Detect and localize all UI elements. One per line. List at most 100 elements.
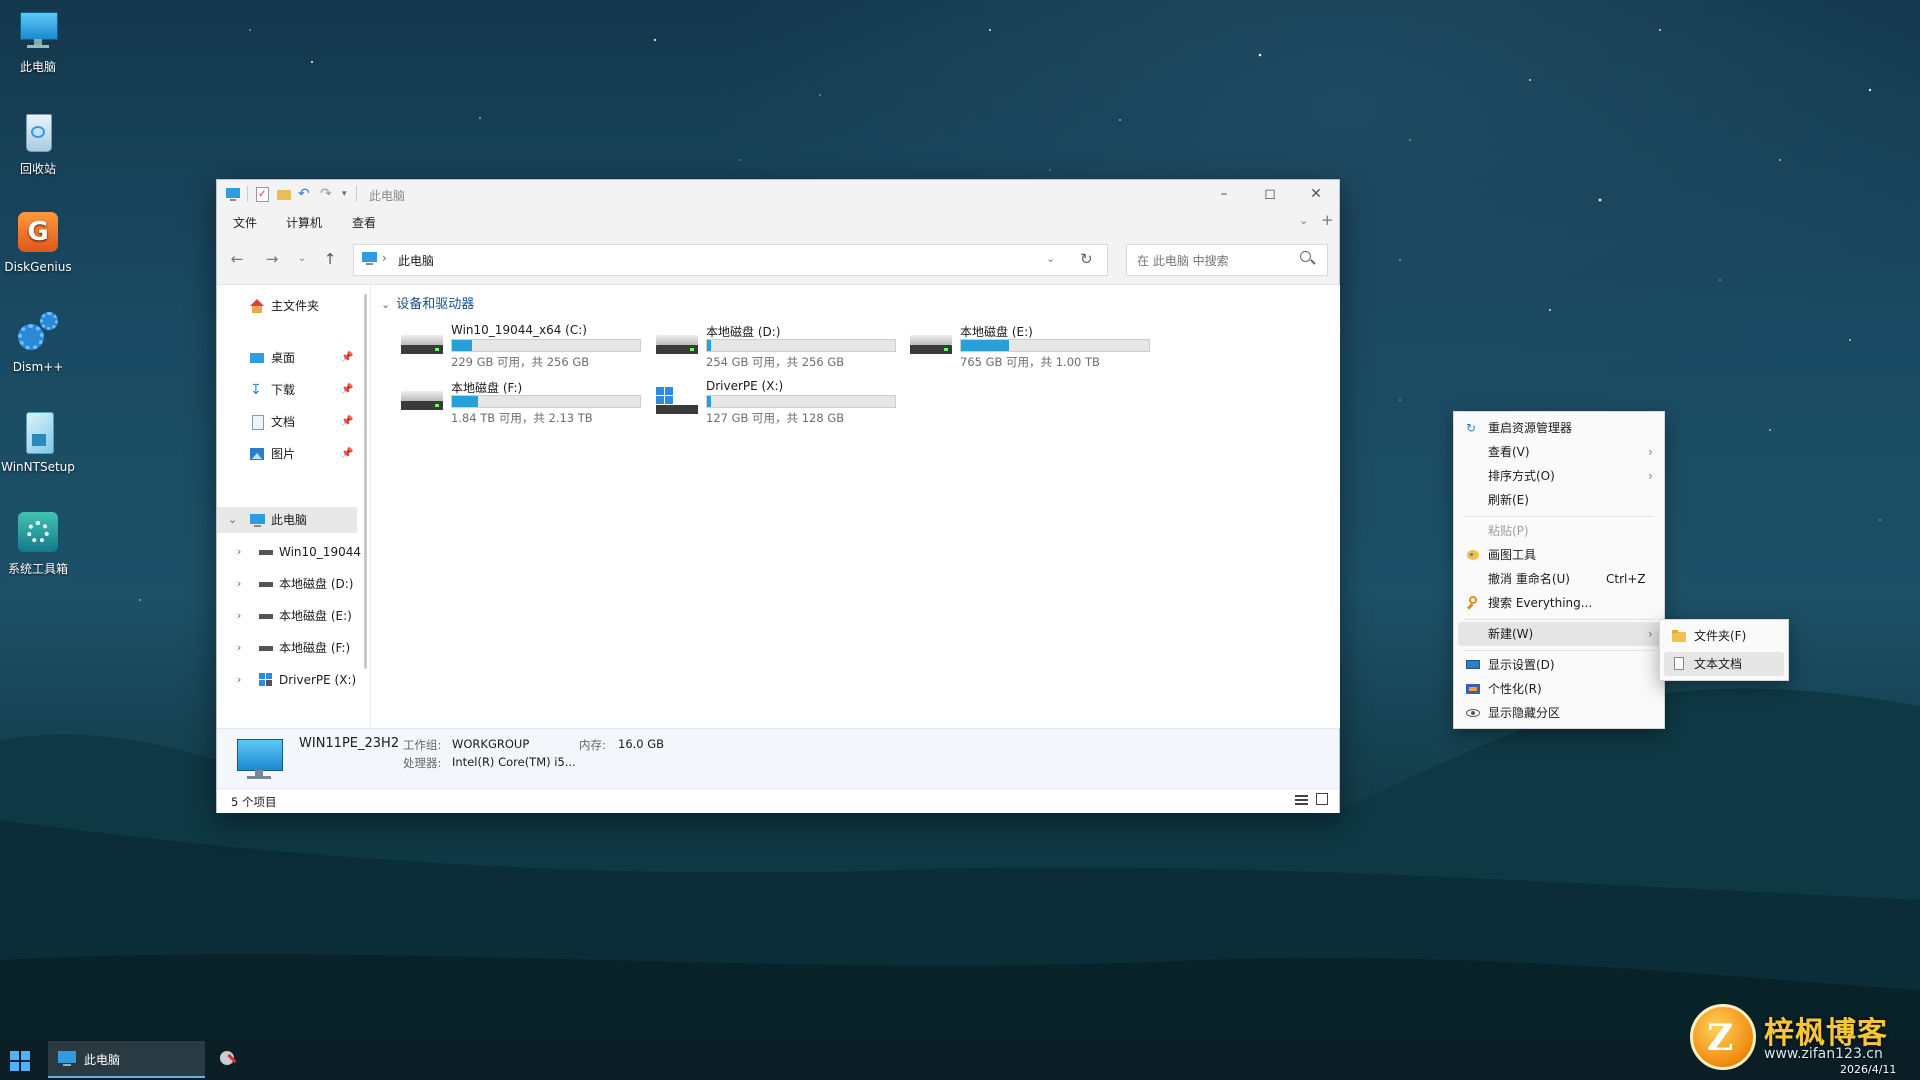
nav-drive-x[interactable]: › DriverPE (X:) (217, 667, 357, 693)
tiles-view-icon[interactable] (1316, 793, 1328, 805)
tray-network-icon[interactable] (218, 1049, 238, 1069)
nav-item-label: 桌面 (271, 351, 296, 365)
recent-locations-chevron-icon[interactable]: ⌄ (292, 249, 312, 269)
hard-drive-icon (259, 545, 273, 559)
desktop-icon-diskgenius[interactable]: G DiskGenius (0, 210, 76, 274)
taskbar-item-explorer[interactable]: 此电脑 (48, 1041, 205, 1078)
chevron-down-icon[interactable]: ⌄ (228, 507, 237, 533)
desktop-icon-recycle-bin[interactable]: 回收站 (0, 110, 76, 177)
ctx-paint-tool[interactable]: 画图工具 (1458, 543, 1660, 567)
home-icon (250, 299, 264, 313)
hard-drive-icon (401, 387, 443, 417)
close-button[interactable]: ✕ (1293, 180, 1339, 208)
address-bar[interactable]: › 此电脑 ⌄ ↻ (353, 244, 1108, 276)
drive-tile-d[interactable]: 本地磁盘 (D:) 254 GB 可用，共 256 GB (656, 323, 901, 369)
desktop-icon-this-pc[interactable]: 此电脑 (0, 8, 76, 75)
back-arrow-icon[interactable]: ← (227, 249, 247, 269)
ctx-sort-by[interactable]: 排序方式(O) › (1458, 464, 1660, 488)
pin-icon[interactable]: 📌 (341, 441, 353, 467)
maximize-button[interactable]: ◻ (1247, 180, 1293, 208)
nav-item-label: 文档 (271, 415, 296, 429)
ctx-label: 重启资源管理器 (1488, 421, 1573, 435)
ctx-search-everything[interactable]: 搜索 Everything... (1458, 591, 1660, 615)
nav-quick-desktop[interactable]: 桌面 📌 (217, 345, 357, 371)
ribbon-expand-chevron-icon[interactable]: ⌄ (1299, 214, 1308, 227)
breadcrumb-this-pc[interactable]: 此电脑 (398, 252, 434, 269)
customize-qat-chevron-icon[interactable]: ▾ (342, 186, 350, 202)
ctx-show-hidden-partitions[interactable]: 显示隐藏分区 (1458, 701, 1660, 725)
desktop-icon-label: WinNTSetup (1, 460, 75, 474)
hard-drive-icon (259, 609, 273, 623)
nav-home[interactable]: 主文件夹 (217, 293, 357, 319)
content-area: ⌄ 设备和驱动器 Win10_19044_x64 (C:) 229 GB 可用，共… (370, 285, 1340, 728)
undo-icon[interactable]: ↶ (298, 186, 314, 202)
pin-icon[interactable]: 📌 (341, 409, 353, 435)
ctx-display-settings[interactable]: 显示设置(D) (1458, 653, 1660, 677)
ctx-label: 画图工具 (1488, 548, 1537, 562)
forward-arrow-icon[interactable]: → (262, 249, 282, 269)
desktop-folder-icon (250, 351, 264, 365)
search-icon[interactable] (1300, 249, 1316, 265)
menu-computer[interactable]: 计算机 (286, 214, 322, 231)
display-icon (1466, 658, 1480, 672)
nav-quick-documents[interactable]: 文档 📌 (217, 409, 357, 435)
new-submenu: 文件夹(F) 文本文档 (1659, 619, 1789, 681)
desktop-icon-winntsetup[interactable]: WinNTSetup (0, 410, 76, 474)
refresh-icon[interactable]: ↻ (1080, 250, 1093, 268)
details-view-icon[interactable] (1295, 794, 1308, 806)
nav-quick-pictures[interactable]: 图片 📌 (217, 441, 357, 467)
pin-icon[interactable]: 📌 (341, 345, 353, 371)
computer-icon (362, 252, 378, 266)
drive-tile-e[interactable]: 本地磁盘 (E:) 765 GB 可用，共 1.00 TB (910, 323, 1155, 369)
nav-this-pc-label: 此电脑 (271, 513, 308, 527)
group-header[interactable]: ⌄ 设备和驱动器 (381, 293, 474, 312)
menu-view[interactable]: 查看 (352, 214, 376, 231)
ctx-personalize[interactable]: 个性化(R) (1458, 677, 1660, 701)
navigation-pane: 主文件夹 桌面 📌 ↧ 下载 📌 文档 📌 图片 📌 ⌄ 此电脑 › Win10… (217, 285, 367, 728)
chevron-right-icon[interactable]: › (237, 635, 241, 661)
new-tab-plus-icon[interactable]: + (1321, 211, 1334, 229)
ctx-label: 新建(W) (1488, 627, 1534, 641)
minimize-button[interactable]: – (1201, 180, 1247, 208)
desktop-icon-system-toolbox[interactable]: 系统工具箱 (0, 510, 76, 577)
search-input[interactable] (1135, 251, 1299, 271)
pin-icon[interactable]: 📌 (341, 377, 353, 403)
ctx-paste[interactable]: 粘贴(P) (1458, 519, 1660, 543)
ctx-refresh[interactable]: 刷新(E) (1458, 488, 1660, 512)
properties-icon[interactable]: ✓ (254, 186, 270, 202)
ctx-restart-explorer[interactable]: ↻ 重启资源管理器 (1458, 416, 1660, 440)
workgroup-label: 工作组: (403, 738, 442, 752)
hard-drive-icon (259, 577, 273, 591)
chevron-right-icon[interactable]: › (237, 539, 241, 565)
address-history-chevron-icon[interactable]: ⌄ (1046, 252, 1055, 265)
menu-file[interactable]: 文件 (233, 214, 257, 231)
chevron-right-icon[interactable]: › (237, 667, 241, 693)
up-arrow-icon[interactable]: ↑ (320, 249, 340, 269)
redo-icon[interactable]: ↷ (320, 186, 336, 202)
drive-tile-c[interactable]: Win10_19044_x64 (C:) 229 GB 可用，共 256 GB (401, 323, 646, 369)
nav-drive-d[interactable]: › 本地磁盘 (D:) (217, 571, 357, 597)
nav-drive-c[interactable]: › Win10_19044 (217, 539, 361, 565)
cpu-label: 处理器: (403, 756, 442, 770)
computer-icon (237, 739, 283, 781)
windows-start-icon[interactable] (10, 1051, 30, 1071)
chevron-right-icon[interactable]: › (237, 571, 241, 597)
title-bar[interactable]: ✓ ↶ ↷ ▾ 此电脑 – ◻ ✕ (217, 180, 1339, 208)
nav-this-pc[interactable]: ⌄ 此电脑 (217, 507, 357, 533)
ctx-undo-rename[interactable]: 撤消 重命名(U) Ctrl+Z (1458, 567, 1660, 591)
ctx-view[interactable]: 查看(V) › (1458, 440, 1660, 464)
nav-drive-e[interactable]: › 本地磁盘 (E:) (217, 603, 357, 629)
ctx-new[interactable]: 新建(W) › (1458, 622, 1660, 646)
nav-pane-scrollbar[interactable] (364, 294, 367, 669)
nav-drive-f[interactable]: › 本地磁盘 (F:) (217, 635, 357, 661)
nav-quick-downloads[interactable]: ↧ 下载 📌 (217, 377, 357, 403)
drive-tile-x[interactable]: DriverPE (X:) 127 GB 可用，共 128 GB (656, 379, 901, 425)
new-folder-icon[interactable] (276, 186, 292, 202)
chevron-right-icon: › (1648, 469, 1653, 483)
ctx-new-folder[interactable]: 文件夹(F) (1664, 624, 1784, 648)
ctx-new-text-document[interactable]: 文本文档 (1664, 652, 1784, 676)
chevron-right-icon[interactable]: › (237, 603, 241, 629)
search-box[interactable] (1126, 244, 1328, 276)
drive-tile-f[interactable]: 本地磁盘 (F:) 1.84 TB 可用，共 2.13 TB (401, 379, 646, 425)
desktop-icon-dism[interactable]: Dism++ (0, 310, 76, 374)
